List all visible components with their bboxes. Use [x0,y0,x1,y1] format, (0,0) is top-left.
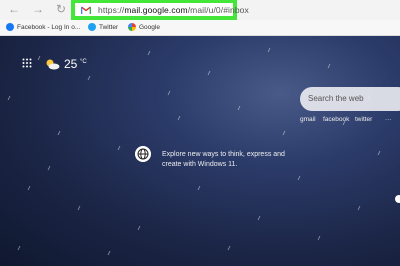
bookmark-twitter[interactable]: Twitter [88,22,118,33]
more-links-icon[interactable]: ··· [385,116,392,123]
web-search-box[interactable]: Search the web [300,87,400,111]
refresh-icon[interactable]: ↻ [55,3,67,15]
globe-icon[interactable] [135,146,151,162]
address-bar[interactable]: https://mail.google.com/mail/u/0/#inbox [71,0,249,20]
quick-link-twitter[interactable]: twitter [355,116,372,123]
bookmarks-bar: Facebook - Log In o... Twitter Google [0,20,400,36]
temperature-unit: °C [80,59,87,65]
quick-link-facebook[interactable]: facebook [323,116,349,123]
partly-cloudy-icon [46,59,60,70]
facebook-icon [6,23,14,32]
gmail-icon [81,6,91,14]
bookmark-facebook[interactable]: Facebook - Log In o... [6,22,80,33]
temperature-value: 25 [64,57,78,71]
forward-arrow-icon[interactable]: → [32,3,44,15]
quick-link-gmail[interactable]: gmail [300,116,316,123]
scroll-next-icon[interactable] [395,195,400,203]
apps-grid-icon[interactable] [22,58,32,68]
back-arrow-icon[interactable]: ← [8,3,20,15]
address-url: https://mail.google.com/mail/u/0/#inbox [98,5,249,15]
google-icon [128,23,136,32]
search-placeholder: Search the web [308,94,364,103]
twitter-icon [88,23,96,32]
windows-tip-text[interactable]: Explore new ways to think, express and c… [162,150,292,170]
bookmark-google[interactable]: Google [128,22,160,33]
browser-toolbar: ← → ↻ https://mail.google.com/mail/u/0/#… [0,0,400,20]
